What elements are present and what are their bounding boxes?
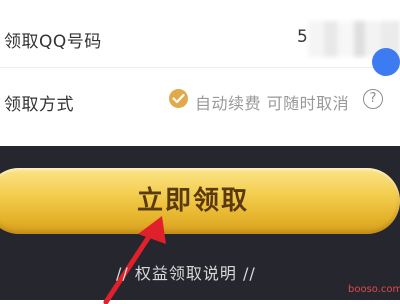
auto-renew-text: 自动续费 可随时取消	[195, 94, 350, 113]
question-circle-icon[interactable]: ?	[363, 89, 383, 109]
claim-now-button[interactable]: 立即领取	[0, 168, 400, 234]
red-arrow-icon	[103, 216, 166, 304]
benefit-info-link[interactable]: // 权益领取说明 //	[116, 260, 256, 284]
claim-method-label: 领取方式	[4, 95, 74, 115]
claim-method-row: 领取方式 自动续费 可随时取消 ?	[0, 68, 400, 133]
check-circle-icon[interactable]	[169, 89, 188, 108]
qq-number-row[interactable]: 领取QQ号码 5	[0, 3, 400, 68]
claim-form: 领取QQ号码 5 领取方式 自动续费 可随时取消 ?	[0, 0, 400, 146]
qq-number-value: 5	[297, 27, 308, 47]
qq-number-label: 领取QQ号码	[4, 32, 102, 52]
claim-now-label: 立即领取	[136, 186, 249, 216]
watermark-text: booso.com	[348, 284, 400, 295]
action-panel: 立即领取 // 权益领取说明 // booso.com	[0, 146, 400, 304]
